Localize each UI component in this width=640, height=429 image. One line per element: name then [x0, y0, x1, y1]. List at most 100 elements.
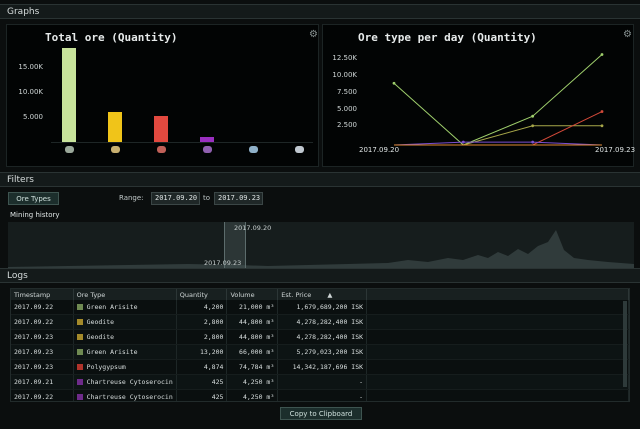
range-from-field[interactable]: 2017.09.20: [151, 192, 200, 205]
filters-title: Filters: [7, 175, 34, 185]
copy-to-clipboard-button[interactable]: Copy to Clipboard: [280, 407, 362, 420]
td-est-price: -: [277, 389, 368, 401]
td-quantity: 4,200: [176, 300, 228, 315]
td-timestamp: 2017.09.22: [11, 300, 74, 315]
ore-color-swatch: [76, 364, 83, 370]
mining-history-timeline[interactable]: 2017.09.20 2017.09.23: [8, 222, 634, 269]
bar-plot-area: [51, 45, 313, 143]
table-row[interactable]: 2017.09.23 Polygypsum 4,874 74,784 m³ 14,342…: [11, 359, 629, 375]
x-tick-end: 2017.09.23: [595, 146, 636, 154]
td-est-price: 5,279,023,200 ISK: [277, 344, 368, 360]
td-filler: [366, 300, 629, 315]
ore-types-button[interactable]: Ore Types: [8, 192, 59, 205]
table-row[interactable]: 2017.09.23 Geodite 2,800 44,800 m³ 4,278,282…: [11, 329, 629, 345]
logs-title: Logs: [7, 271, 28, 281]
ore-per-day-chart-title: Ore type per day (Quantity): [358, 31, 537, 44]
column-header-ore-type[interactable]: Ore Type: [73, 289, 177, 300]
td-quantity: 13,200: [176, 344, 228, 360]
logs-scrollbar[interactable]: [623, 301, 627, 387]
td-timestamp: 2017.09.22: [11, 314, 74, 330]
td-filler: [366, 314, 629, 330]
column-header-volume[interactable]: Volume: [226, 289, 279, 300]
series-point: [392, 81, 396, 85]
y-tick: 12.50K: [332, 54, 357, 62]
y-tick: 2.500: [336, 121, 357, 129]
logs-table-container: Timestamp Ore Type Quantity Volume Est. …: [10, 288, 630, 402]
table-row[interactable]: 2017.09.22 Geodite 2,800 44,800 m³ 4,278,282…: [11, 314, 629, 330]
graphs-section-header[interactable]: Graphs: [0, 4, 640, 19]
y-tick: 15.00K: [18, 63, 43, 71]
td-volume: 66,000 m³: [226, 344, 279, 360]
td-quantity: 425: [176, 389, 228, 401]
bar-1: [62, 48, 76, 142]
ore-type-label: Green Arisite: [86, 303, 138, 311]
total-ore-chart-panel: Total ore (Quantity) ⚙ 15.00K 10.00K 5.0…: [6, 24, 319, 167]
ore-icon-row: [51, 145, 313, 155]
td-timestamp: 2017.09.21: [11, 374, 74, 390]
series-point: [600, 124, 604, 128]
timeline-label-start: 2017.09.20: [234, 224, 272, 232]
ore-type-label: Geodite: [86, 333, 115, 341]
series-point: [531, 140, 535, 144]
td-quantity: 4,874: [176, 359, 228, 375]
td-ore-type: Green Arisite: [73, 344, 177, 360]
td-est-price: 4,278,282,400 ISK: [277, 314, 368, 330]
gear-icon[interactable]: ⚙: [309, 29, 318, 40]
total-ore-chart-title: Total ore (Quantity): [45, 31, 178, 44]
td-timestamp: 2017.09.22: [11, 389, 74, 401]
table-row[interactable]: 2017.09.23 Green Arisite 13,200 66,000 m³ 5,…: [11, 344, 629, 360]
ore-per-day-chart-panel: Ore type per day (Quantity) ⚙ 12.50K 10.…: [322, 24, 636, 167]
chartreuse-cytoserocin-icon: [203, 146, 212, 153]
range-to-label: to: [203, 194, 211, 202]
table-row[interactable]: 2017.09.22 Chartreuse Cytoserocin 425 4,250…: [11, 389, 629, 401]
td-ore-type: Geodite: [73, 314, 177, 330]
td-filler: [366, 374, 629, 390]
td-ore-type: Chartreuse Cytoserocin: [73, 374, 177, 390]
mining-history-label: Mining history: [10, 211, 60, 219]
td-ore-type: Geodite: [73, 329, 177, 345]
column-header-timestamp[interactable]: Timestamp: [11, 289, 74, 300]
table-row[interactable]: 2017.09.22 Green Arisite 4,200 21,000 m³ 1,6…: [11, 300, 629, 315]
filters-section-header[interactable]: Filters: [0, 172, 640, 187]
td-filler: [366, 344, 629, 360]
ore-icon-6: [295, 146, 304, 153]
td-volume: 44,800 m³: [226, 314, 279, 330]
td-volume: 44,800 m³: [226, 329, 279, 345]
series-point: [600, 110, 604, 113]
bar-3: [154, 115, 168, 142]
series-point: [531, 114, 535, 118]
table-row[interactable]: 2017.09.21 Chartreuse Cytoserocin 425 4,250…: [11, 374, 629, 390]
column-header-quantity[interactable]: Quantity: [176, 289, 228, 300]
td-quantity: 2,800: [176, 329, 228, 345]
y-tick: 10.00K: [332, 71, 357, 79]
td-volume: 4,250 m³: [226, 374, 279, 390]
td-timestamp: 2017.09.23: [11, 329, 74, 345]
ore-color-swatch: [76, 394, 83, 400]
td-ore-type: Chartreuse Cytoserocin: [73, 389, 177, 401]
bar-2: [108, 111, 122, 142]
green-arisite-icon: [65, 146, 74, 153]
gear-icon[interactable]: ⚙: [623, 29, 632, 40]
td-est-price: 4,278,282,400 ISK: [277, 329, 368, 345]
range-label: Range:: [119, 194, 144, 202]
ore-color-swatch: [76, 304, 83, 310]
series-line-3: [394, 111, 603, 146]
td-quantity: 2,800: [176, 314, 228, 330]
series-point: [461, 140, 465, 144]
logs-section-header[interactable]: Logs: [0, 268, 640, 283]
bar-4: [200, 137, 214, 142]
column-header-est-price[interactable]: Est. Price ▲: [277, 289, 368, 300]
td-est-price: -: [277, 374, 368, 390]
td-quantity: 425: [176, 374, 228, 390]
td-timestamp: 2017.09.23: [11, 344, 74, 360]
range-to-field[interactable]: 2017.09.23: [214, 192, 263, 205]
y-tick: 10.00K: [18, 88, 43, 96]
ore-color-swatch: [76, 349, 83, 355]
timeline-label-end: 2017.09.23: [204, 259, 242, 267]
graphs-title: Graphs: [7, 7, 40, 17]
series-point: [531, 124, 535, 128]
td-ore-type: Green Arisite: [73, 300, 177, 315]
sort-ascending-icon: ▲: [327, 290, 333, 299]
series-line-1: [393, 54, 603, 146]
x-tick-start: 2017.09.20: [359, 146, 400, 154]
